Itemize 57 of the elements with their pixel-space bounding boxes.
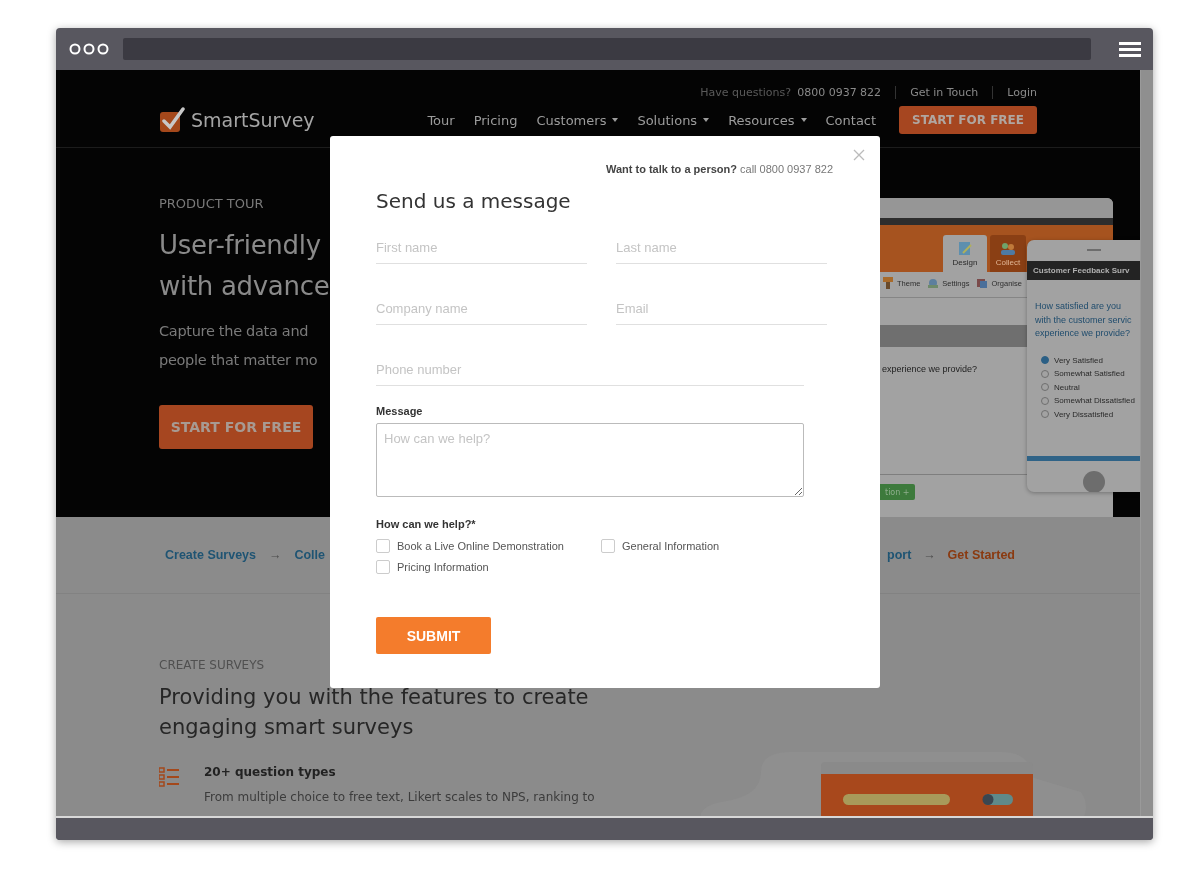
arrow-icon: → [269, 548, 282, 562]
section-heading-line: Providing you with the features to create [159, 684, 589, 711]
hero-text-line: Capture the data and [159, 322, 309, 341]
radio-button[interactable] [1041, 356, 1049, 365]
home-button[interactable] [1083, 471, 1105, 492]
option-label: Neutral [1054, 382, 1080, 392]
checkbox[interactable] [601, 539, 615, 553]
dialog-title: Send us a message [376, 189, 572, 213]
people-icon [1000, 240, 1016, 256]
option-label: Somewhat Dissatisfied [1054, 396, 1135, 406]
option-label: Very Satisfied [1054, 355, 1103, 365]
address-bar[interactable] [123, 38, 1091, 60]
nav-link[interactable]: Customers [536, 112, 619, 128]
phone-number: 0800 0937 822 [797, 85, 882, 99]
question-text: experience we provide? [882, 364, 978, 374]
checkbox-label: Book a Live Online Demonstration [397, 540, 564, 552]
checkbox[interactable] [376, 560, 390, 574]
message-field[interactable]: How can we help? [376, 423, 804, 497]
hero-heading-line: with advance [159, 270, 330, 303]
pages-icon [976, 277, 989, 289]
section-eyebrow: CREATE SURVEYS [159, 658, 265, 672]
field-label: Message [376, 405, 424, 417]
app-tab[interactable]: Collect [990, 235, 1026, 272]
menu-icon[interactable] [1119, 41, 1141, 57]
gear-icon [927, 277, 940, 289]
arrow-icon: → [923, 548, 936, 562]
design-icon [957, 240, 973, 256]
questions-label: Have questions? [700, 85, 792, 99]
checkbox-label: General Information [622, 540, 720, 552]
close-icon[interactable] [853, 149, 865, 161]
hero-text-line: people that matter mo [159, 351, 318, 370]
nav-link[interactable]: Resources [728, 112, 807, 128]
option-label: Very Dissatisfied [1054, 409, 1114, 419]
logo-text: SmartSurvey [191, 109, 315, 131]
feature-text: From multiple choice to free text, Likert scales to NPS, ranking to [204, 790, 595, 804]
field-label: How can we help?* [376, 518, 477, 530]
section-heading-line: engaging smart surveys [159, 714, 414, 741]
contact-note: Want to talk to a person? call 0800 0937 822 [604, 163, 834, 175]
checkbox-label: Pricing Information [397, 561, 489, 573]
hero-heading-line: User-friendly [159, 229, 321, 262]
nav-link[interactable]: Tour [427, 112, 455, 128]
checkbox[interactable] [376, 539, 390, 553]
checkmark-logo-icon [159, 107, 185, 133]
list-icon [159, 767, 179, 787]
nav-link[interactable]: Contact [825, 112, 877, 128]
option-label: Somewhat Satisfied [1054, 369, 1125, 379]
survey-question: How satisfied are you with the customer servic experience we provide? [1034, 300, 1133, 340]
app-tab[interactable]: Design [943, 235, 987, 272]
header-link[interactable]: Login [1007, 85, 1037, 99]
header-link[interactable]: Get in Touch [910, 85, 979, 99]
section-eyebrow: PRODUCT TOUR [159, 196, 264, 211]
survey-title: Customer Feedback Surv [1027, 261, 1140, 280]
scrollbar[interactable] [1140, 70, 1153, 816]
feature-title: 20+ question types [204, 765, 337, 779]
nav-link[interactable]: Solutions [637, 112, 710, 128]
window-dots-icon [69, 43, 109, 55]
nav-link[interactable]: Pricing [473, 112, 518, 128]
